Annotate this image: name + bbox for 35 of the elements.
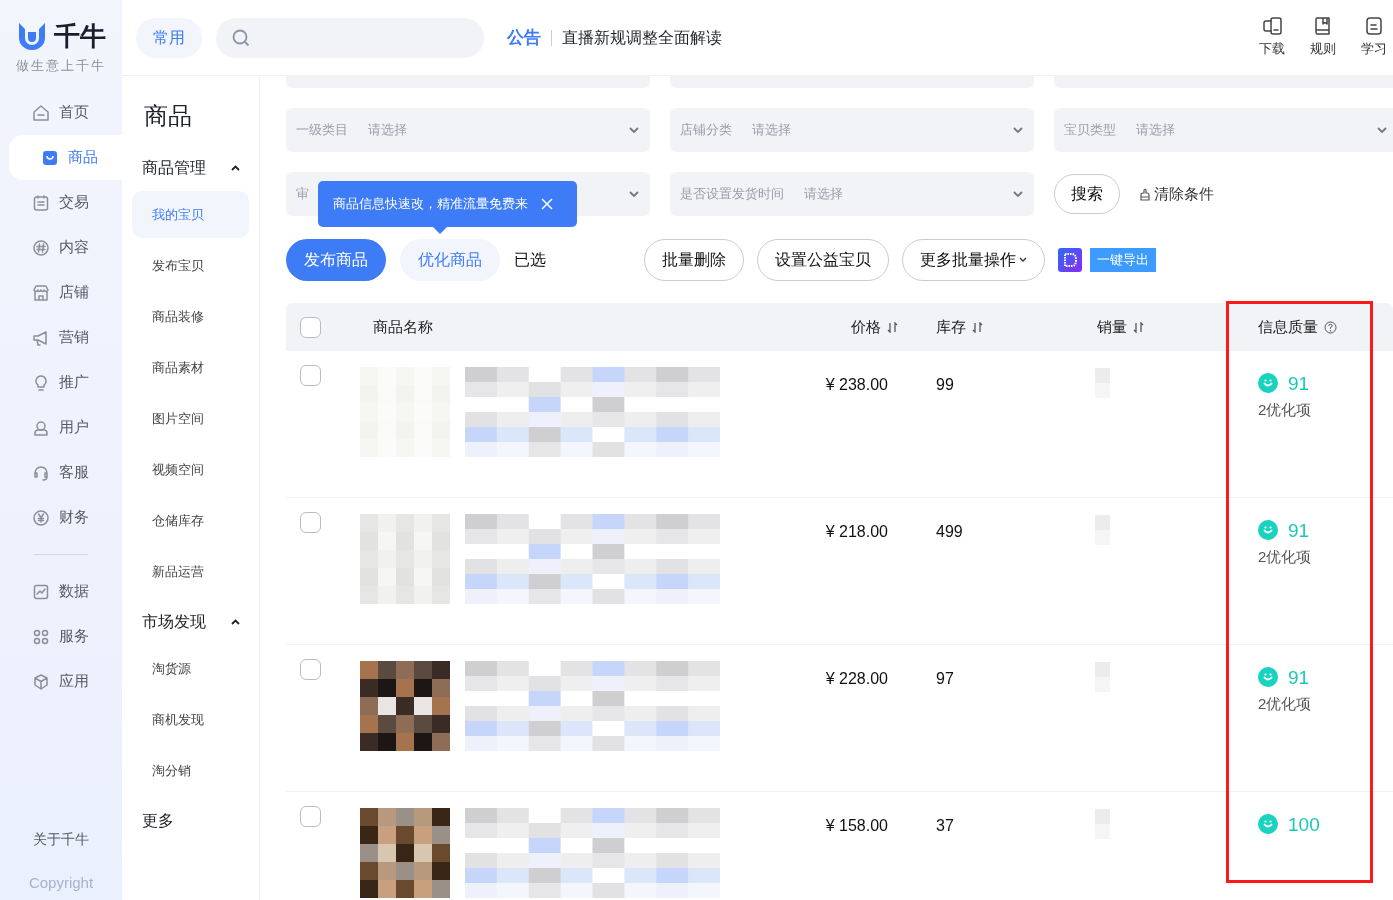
section-title: 商品	[143, 101, 193, 131]
field-label: 是否设置发货时间	[680, 185, 784, 204]
quality-score: 91	[1288, 373, 1310, 393]
field-label: 店铺分类	[680, 121, 732, 140]
field-placeholder: 请选择	[804, 185, 843, 204]
tooltip-text: 商品信息快速改，精准流量免费来	[333, 195, 528, 214]
selected-label: 已选	[514, 250, 546, 270]
quality-note: 2优化项	[1258, 547, 1313, 567]
quality-score: 91	[1288, 520, 1310, 540]
stock-text: 99	[936, 376, 954, 393]
column-header: 信息质量	[1258, 316, 1318, 337]
announcement-label: 公告	[507, 26, 541, 49]
brand-slogan: 做生意上千牛	[16, 57, 107, 75]
price-text: ¥ 218.00	[825, 522, 888, 542]
copyright-text: Copyright	[28, 872, 94, 893]
quality-note: 2优化项	[1258, 694, 1313, 714]
stock-text: 37	[936, 817, 954, 834]
field-placeholder: 请选择	[1136, 121, 1175, 140]
price-text: ¥ 238.00	[825, 375, 888, 395]
column-header: 价格	[851, 316, 881, 337]
quality-score: 91	[1288, 667, 1310, 687]
quality-note: 2优化项	[1258, 400, 1313, 420]
price-text: ¥ 158.00	[825, 816, 888, 836]
stock-text: 97	[936, 670, 954, 687]
brand-name: 千牛	[54, 23, 106, 49]
field-placeholder: 请选择	[368, 121, 407, 140]
column-header: 库存	[936, 316, 966, 337]
price-text: ¥ 228.00	[825, 669, 888, 689]
field-placeholder: 请选择	[752, 121, 791, 140]
field-label: 宝贝类型	[1064, 121, 1116, 140]
column-header: 销量	[1097, 316, 1127, 337]
stock-text: 499	[936, 523, 963, 540]
quality-score: 100	[1288, 814, 1320, 834]
field-label: 审	[296, 185, 309, 204]
column-header: 商品名称	[373, 316, 433, 337]
